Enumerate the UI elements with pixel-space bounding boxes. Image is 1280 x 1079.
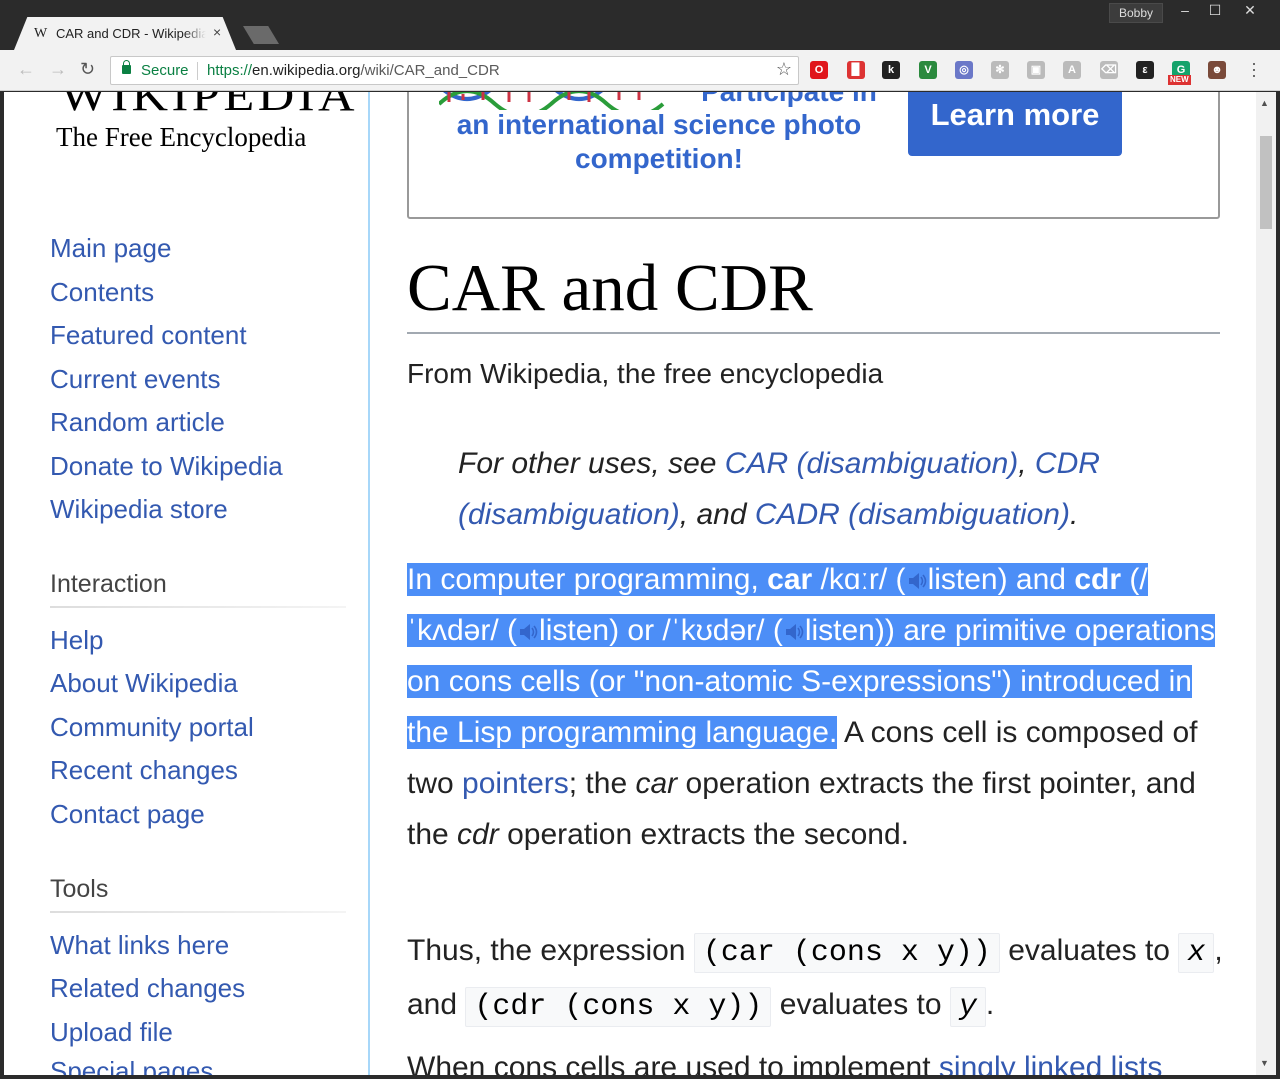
back-icon[interactable]: ← — [17, 59, 35, 80]
banner-headline: Participate in — [689, 92, 889, 108]
intro-paragraph: In computer programming, car /kɑːr/ (lis… — [407, 563, 1215, 851]
url-text[interactable]: https://en.wikipedia.org/wiki/CAR_and_CD… — [207, 62, 500, 79]
sidebar-item-help[interactable]: Help — [50, 625, 103, 656]
linked-list-paragraph: When cons cells are used to implement si… — [407, 1042, 1237, 1075]
opera-icon[interactable]: O — [810, 61, 828, 79]
sidebar-item-contact-page[interactable]: Contact page — [50, 799, 205, 830]
learn-more-button[interactable]: Learn more — [908, 92, 1122, 156]
listen-link[interactable]: listen — [928, 563, 998, 596]
hatnote: For other uses, see CAR (disambiguation)… — [458, 447, 1100, 531]
wikipedia-favicon-icon: W — [34, 26, 48, 41]
evernote-icon[interactable]: ε — [1136, 61, 1154, 79]
speaker-icon[interactable] — [783, 621, 805, 643]
tab-close-icon[interactable]: × — [213, 24, 221, 40]
link-pointers[interactable]: pointers — [462, 767, 569, 800]
profile-button[interactable]: Bobby — [1109, 3, 1164, 23]
angular-icon[interactable]: A — [1063, 61, 1081, 79]
tools-divider — [50, 911, 346, 913]
address-separator — [197, 62, 198, 80]
link-lisp[interactable]: Lisp programming language — [457, 716, 829, 749]
scroll-up-icon[interactable]: ▲ — [1260, 98, 1269, 108]
maximize-button[interactable]: ☐ — [1198, 0, 1232, 22]
sidebar-item-what-links-here[interactable]: What links here — [50, 930, 229, 961]
tools-heading[interactable]: Tools — [50, 875, 108, 904]
ipa-cdr-link-1[interactable]: ˈkʌdər — [407, 614, 491, 649]
wikipedia-logo-tagline: The Free Encyclopedia — [56, 122, 307, 152]
browser-window: W CAR and CDR - Wikipedia × Bobby – ☐ ✕ … — [0, 0, 1280, 1079]
new-badge: NEW — [1168, 75, 1191, 85]
code-car-expression: (car (cons x y)) — [693, 933, 1000, 973]
browser-toolbar: ← → ↻ Secure https://en.wikipedia.org/wi… — [0, 50, 1280, 91]
banner-text: an international science photo competiti… — [456, 109, 862, 174]
link-cadr-disambiguation[interactable]: CADR (disambiguation) — [755, 498, 1070, 531]
minimize-button[interactable]: – — [1168, 0, 1202, 22]
react-icon[interactable]: ✻ — [991, 61, 1009, 79]
sidebar-item-featured-content[interactable]: Featured content — [50, 320, 247, 351]
avatar-icon[interactable]: ☻ — [1208, 61, 1226, 79]
wikipedia-logo-wordmark[interactable]: WIKIPEDIA — [60, 92, 358, 121]
sidebar-item-related-changes[interactable]: Related changes — [50, 973, 245, 1004]
sidebar-item-recent-changes[interactable]: Recent changes — [50, 755, 238, 786]
forward-icon[interactable]: → — [49, 59, 67, 80]
vertical-scrollbar[interactable]: ▲ ▼ — [1256, 92, 1276, 1075]
sidebar-item-contents[interactable]: Contents — [50, 277, 154, 308]
code-y: y — [949, 987, 986, 1027]
site-tagline: From Wikipedia, the free encyclopedia — [407, 358, 884, 389]
campaign-banner[interactable]: Participate in an international science … — [407, 92, 1220, 219]
speaker-icon[interactable] — [517, 621, 539, 643]
sidebar-item-donate[interactable]: Donate to Wikipedia — [50, 451, 283, 482]
browser-menu-icon[interactable]: · · · — [1251, 54, 1257, 84]
listen-link[interactable]: listen — [539, 614, 609, 647]
sidebar: WIKIPEDIA The Free Encyclopedia Main pag… — [4, 92, 368, 1075]
ipa-car-link[interactable]: kɑːr — [828, 563, 879, 598]
listen-link[interactable]: listen — [805, 614, 875, 647]
sidebar-item-community-portal[interactable]: Community portal — [50, 712, 254, 743]
pdf-icon[interactable]: ▉ — [847, 61, 865, 79]
page-title: CAR and CDR — [407, 251, 813, 325]
v-icon[interactable]: V — [919, 61, 937, 79]
title-bar: W CAR and CDR - Wikipedia × Bobby – ☐ ✕ — [0, 0, 1280, 50]
title-divider — [407, 332, 1220, 334]
lock-icon — [122, 60, 131, 74]
sidebar-item-about[interactable]: About Wikipedia — [50, 668, 238, 699]
sidebar-item-store[interactable]: Wikipedia store — [50, 494, 228, 525]
speaker-icon[interactable] — [906, 570, 928, 592]
scroll-down-icon[interactable]: ▼ — [1260, 1058, 1269, 1068]
tab-title: CAR and CDR - Wikipedia — [56, 26, 206, 41]
dismiss-icon[interactable]: ⌫ — [1100, 61, 1118, 79]
interaction-divider — [50, 606, 346, 608]
scrollbar-thumb[interactable] — [1260, 136, 1272, 229]
sidebar-item-upload-file[interactable]: Upload file — [50, 1017, 173, 1048]
link-singly-linked-lists[interactable]: singly linked lists — [939, 1051, 1162, 1075]
reload-icon[interactable]: ↻ — [80, 59, 95, 80]
ipa-cdr-link-2[interactable]: ˈkʊdər — [670, 614, 757, 649]
sidebar-item-special-pages[interactable]: Special pages — [50, 1056, 213, 1075]
article-content: Participate in an international science … — [370, 92, 1256, 1075]
page-viewport: WIKIPEDIA The Free Encyclopedia Main pag… — [4, 92, 1256, 1075]
sidebar-item-current-events[interactable]: Current events — [50, 364, 221, 395]
glasses-icon[interactable]: ◎ — [955, 61, 973, 79]
bookmark-star-icon[interactable]: ☆ — [776, 59, 792, 80]
puzzle-icon[interactable]: ▣ — [1027, 61, 1045, 79]
address-bar[interactable]: Secure https://en.wikipedia.org/wiki/CAR… — [110, 56, 799, 85]
close-window-button[interactable]: ✕ — [1233, 0, 1267, 22]
code-x: x — [1178, 933, 1215, 973]
new-tab-button[interactable] — [243, 26, 279, 44]
k-icon[interactable]: k — [882, 61, 900, 79]
browser-tab[interactable]: W CAR and CDR - Wikipedia × — [14, 17, 236, 50]
expression-paragraph: Thus, the expression (car (cons x y)) ev… — [407, 925, 1237, 1033]
sidebar-item-main-page[interactable]: Main page — [50, 233, 171, 264]
interaction-heading[interactable]: Interaction — [50, 570, 167, 599]
sidebar-item-random-article[interactable]: Random article — [50, 407, 225, 438]
link-car-disambiguation[interactable]: CAR (disambiguation) — [725, 447, 1018, 480]
secure-label: Secure — [141, 62, 189, 79]
code-cdr-expression: (cdr (cons x y)) — [465, 987, 772, 1027]
